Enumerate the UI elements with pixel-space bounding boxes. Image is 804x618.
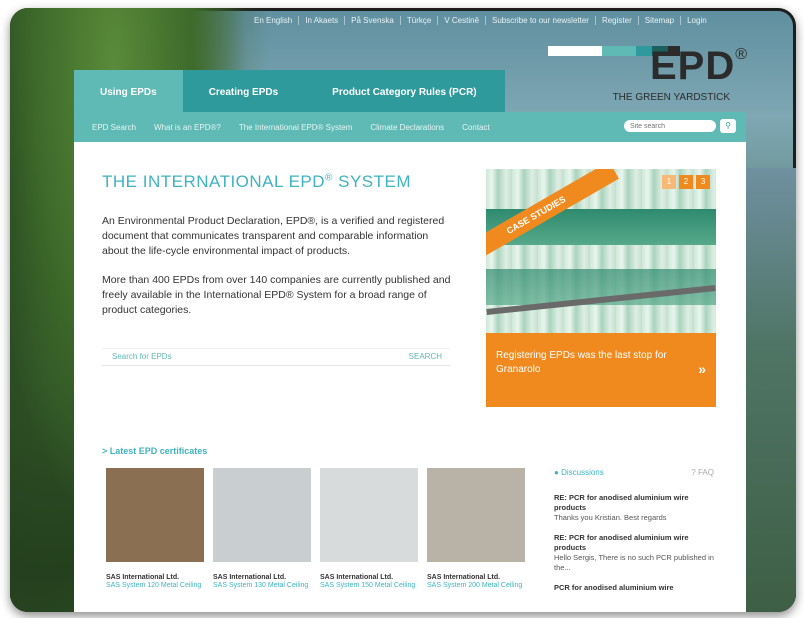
discussion-title[interactable]: PCR for anodised aluminium wire: [554, 583, 714, 593]
case-study-slider[interactable]: CASE STUDIES 1 2 3 Registering EPDs was …: [486, 169, 716, 407]
certificate-card[interactable]: SAS International Ltd. SAS System 200 Me…: [427, 468, 525, 591]
newsletter-link[interactable]: Subscribe to our newsletter: [486, 16, 596, 25]
certificate-photo[interactable]: [106, 468, 204, 562]
main-tabs: Using EPDs Creating EPDs Product Categor…: [74, 70, 505, 112]
discussion-title[interactable]: RE: PCR for anodised aluminium wire prod…: [554, 533, 714, 553]
next-arrow-icon[interactable]: »: [698, 361, 706, 377]
lang-turkish-link[interactable]: Türkçe: [401, 16, 439, 25]
slider-pager: 1 2 3: [662, 175, 710, 189]
discussion-title[interactable]: RE: PCR for anodised aluminium wire prod…: [554, 493, 714, 513]
subnav-international-system[interactable]: The International EPD® System: [239, 123, 353, 132]
discussions-tab[interactable]: ● Discussions: [554, 468, 604, 477]
site-search: ⚲: [624, 119, 736, 133]
certificate-card[interactable]: SAS International Ltd. SAS System 120 Me…: [106, 468, 204, 591]
lang-czech-link[interactable]: V Cestině: [438, 16, 487, 25]
sub-navigation: EPD Search What is an EPD®? The Internat…: [74, 112, 746, 142]
logo-wordmark: EPD®: [649, 44, 748, 88]
certificate-company: SAS International Ltd.: [320, 574, 394, 581]
sitemap-link[interactable]: Sitemap: [639, 16, 682, 25]
tab-creating-epds[interactable]: Creating EPDs: [182, 70, 305, 112]
certificate-card[interactable]: SAS International Ltd. SAS System 130 Me…: [213, 468, 311, 591]
certificate-photo[interactable]: [427, 468, 525, 562]
discussions-header: ● Discussions ? FAQ: [554, 468, 714, 477]
certificate-product-link[interactable]: SAS System 150 Metal Ceiling: [320, 581, 418, 591]
discussions-panel: ● Discussions ? FAQ RE: PCR for anodised…: [554, 468, 714, 593]
certificate-company: SAS International Ltd.: [106, 574, 180, 581]
browser-frame: En English In Akaets På Svenska Türkçe V…: [10, 8, 796, 612]
pager-3[interactable]: 3: [696, 175, 710, 189]
epd-search-button[interactable]: SEARCH: [409, 352, 442, 361]
page-title: THE INTERNATIONAL EPD® SYSTEM: [102, 172, 412, 191]
subnav-climate-declarations[interactable]: Climate Declarations: [370, 123, 444, 132]
pager-2[interactable]: 2: [679, 175, 693, 189]
certificate-company: SAS International Ltd.: [427, 574, 501, 581]
intro-paragraph: An Environmental Product Declaration, EP…: [102, 215, 445, 257]
epd-search-box: Search for EPDs SEARCH: [102, 348, 450, 366]
subnav-what-is-epd[interactable]: What is an EPD®?: [154, 123, 221, 132]
pager-1[interactable]: 1: [662, 175, 676, 189]
top-utility-nav: En English In Akaets På Svenska Türkçe V…: [248, 16, 756, 25]
epd-logo[interactable]: EPD® THE GREEN YARDSTICK: [548, 40, 748, 110]
certificate-product-link[interactable]: SAS System 130 Metal Ceiling: [213, 581, 311, 591]
register-link[interactable]: Register: [596, 16, 639, 25]
faq-tab[interactable]: ? FAQ: [691, 468, 714, 477]
certificate-photo[interactable]: [320, 468, 418, 562]
case-study-image: CASE STUDIES 1 2 3: [486, 169, 716, 333]
lang-english-link[interactable]: En English: [248, 16, 300, 25]
tab-pcr[interactable]: Product Category Rules (PCR): [304, 70, 505, 112]
tab-using-epds[interactable]: Using EPDs: [74, 70, 183, 112]
certificate-cards: SAS International Ltd. SAS System 120 Me…: [106, 468, 525, 591]
certificate-card[interactable]: SAS International Ltd. SAS System 150 Me…: [320, 468, 418, 591]
search-icon[interactable]: ⚲: [720, 119, 736, 133]
subnav-epd-search[interactable]: EPD Search: [92, 123, 136, 132]
site-search-input[interactable]: [624, 120, 716, 132]
logo-tagline: THE GREEN YARDSTICK: [612, 92, 730, 103]
latest-certificates-heading[interactable]: > Latest EPD certificates: [102, 446, 207, 456]
chat-icon: ●: [554, 468, 562, 477]
login-link[interactable]: Login: [681, 16, 713, 25]
stats-paragraph: More than 400 EPDs from over 140 compani…: [102, 274, 451, 316]
epd-search-input[interactable]: Search for EPDs: [112, 352, 172, 361]
certificate-company: SAS International Ltd.: [213, 574, 287, 581]
discussion-snippet: Hello Sergis, There is no such PCR publi…: [554, 553, 714, 572]
discussion-snippet: Thanks you Kristian. Best regards: [554, 513, 667, 522]
certificate-product-link[interactable]: SAS System 120 Metal Ceiling: [106, 581, 204, 591]
main-content: THE INTERNATIONAL EPD® SYSTEM An Environ…: [74, 142, 746, 612]
certificate-product-link[interactable]: SAS System 200 Metal Ceiling: [427, 581, 525, 591]
subnav-contact[interactable]: Contact: [462, 123, 490, 132]
case-study-caption[interactable]: Registering EPDs was the last stop for G…: [496, 349, 686, 377]
certificate-photo[interactable]: [213, 468, 311, 562]
lang-link[interactable]: In Akaets: [299, 16, 346, 25]
lang-swedish-link[interactable]: På Svenska: [345, 16, 401, 25]
